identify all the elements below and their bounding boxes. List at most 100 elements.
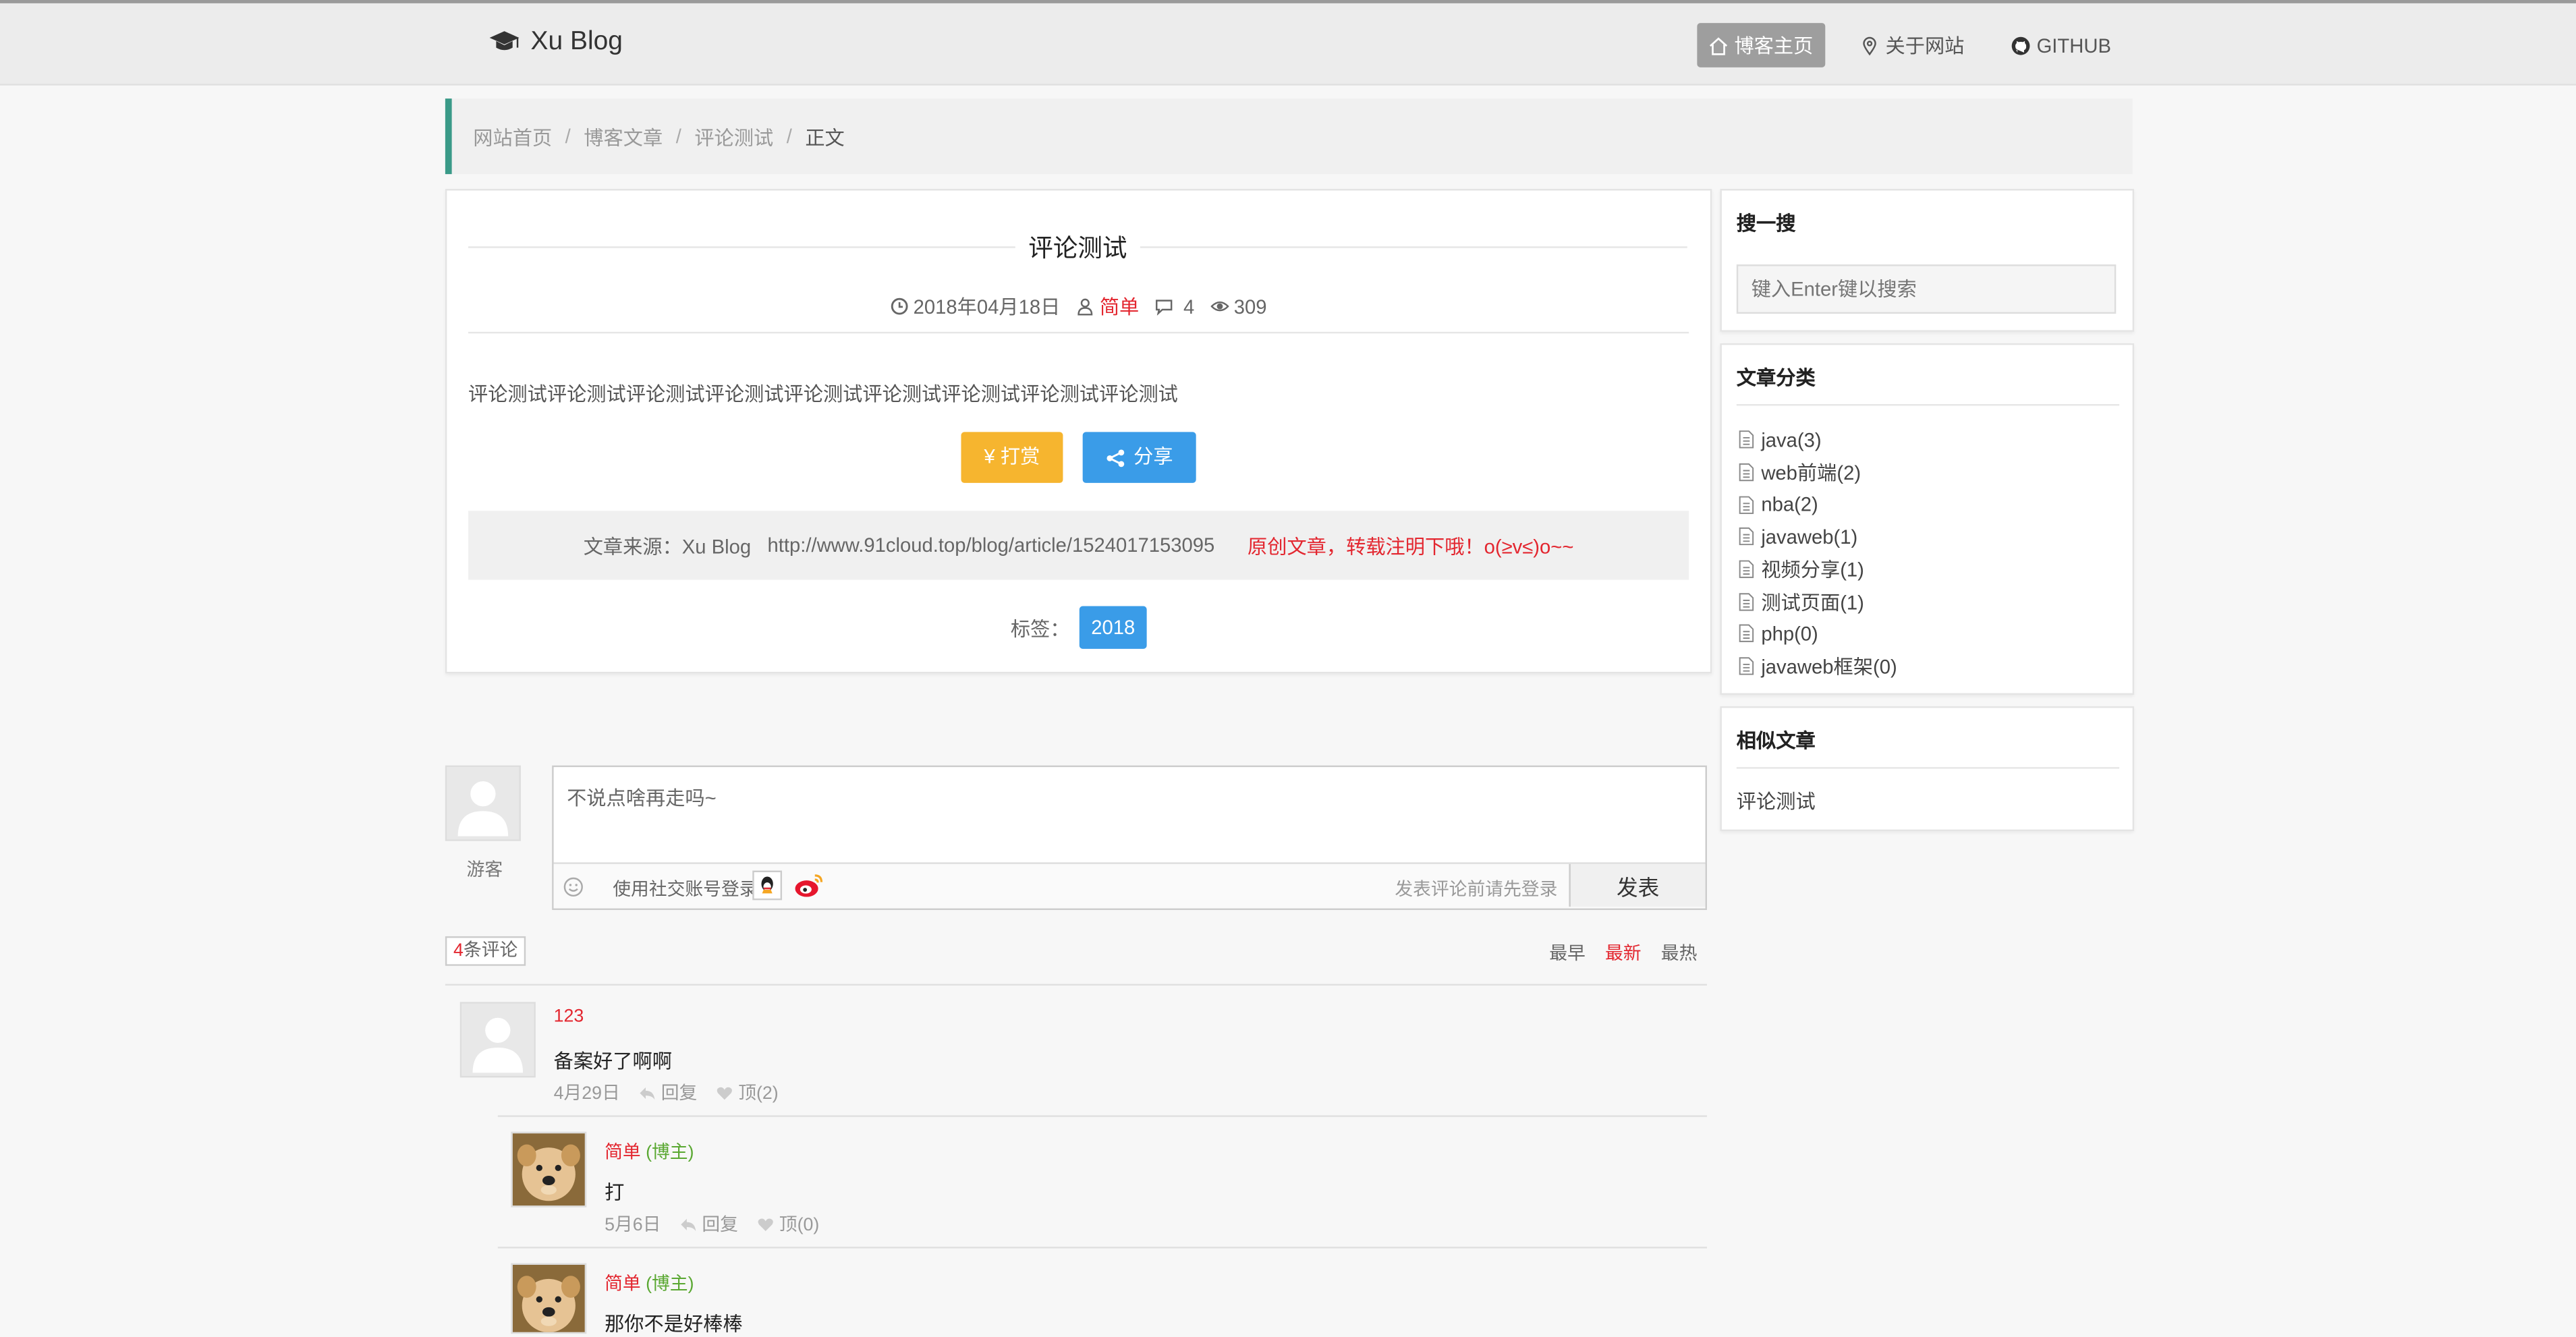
article-comment-count: 4 <box>1156 295 1195 318</box>
document-icon <box>1739 592 1754 611</box>
article-views: 309 <box>1210 295 1267 318</box>
category-item[interactable]: web前端(2) <box>1738 456 1897 488</box>
category-label: nba(2) <box>1761 493 1818 517</box>
breadcrumb-category[interactable]: 评论测试 <box>694 122 773 150</box>
article-date: 2018年04月18日 <box>891 292 1061 320</box>
nav-about[interactable]: 关于网站 <box>1847 23 1976 67</box>
dog-avatar-icon <box>512 1133 585 1206</box>
comment-text: 那你不是好棒棒 <box>605 1312 743 1336</box>
comment-author[interactable]: 123 <box>554 1007 584 1027</box>
source-url[interactable]: http://www.91cloud.top/blog/article/1524… <box>767 534 1214 557</box>
reply-label: 回复 <box>661 1084 698 1104</box>
article-title: 评论测试 <box>1015 229 1140 265</box>
avatar <box>511 1263 587 1334</box>
blogger-badge: (博主) <box>646 1143 694 1163</box>
document-icon <box>1739 528 1754 546</box>
date-text: 2018年04月18日 <box>913 295 1061 319</box>
tags-label: 标签： <box>1010 617 1070 640</box>
breadcrumb-separator: / <box>786 125 792 148</box>
breadcrumb-separator: / <box>565 125 571 148</box>
map-pin-icon <box>1862 36 1876 55</box>
tag[interactable]: 2018 <box>1080 606 1147 649</box>
views-text: 309 <box>1233 295 1267 318</box>
main-nav: 博客主页 关于网站 GITHUB <box>1696 23 2123 67</box>
share-icon <box>1107 449 1125 467</box>
comment-count-badge: 4条评论 <box>445 936 526 966</box>
category-label: web前端(2) <box>1761 461 1861 485</box>
login-hint: 发表评论前请先登录 <box>1395 880 1558 901</box>
default-user-icon <box>461 1003 534 1076</box>
eye-icon <box>1210 301 1229 312</box>
divider <box>445 984 1707 986</box>
document-icon <box>1739 431 1754 449</box>
category-label: php(0) <box>1761 622 1818 646</box>
document-icon <box>1739 463 1754 482</box>
article-author[interactable]: 简单 <box>1077 292 1140 320</box>
top-navbar: Xu Blog 博客主页 关于网站 GITHUB <box>0 0 2576 86</box>
like-button[interactable]: 顶(2) <box>717 1079 779 1106</box>
weibo-icon[interactable] <box>793 871 827 901</box>
comment-form: 不说点啥再走吗~ 使用社交账号登录 发表评论前请先登录 发表 <box>552 765 1707 910</box>
comment-actions: 5月6日 回复 顶(0) <box>605 1211 819 1237</box>
reward-button[interactable]: ¥ 打赏 <box>961 432 1063 483</box>
comment-count-number: 4 <box>453 941 464 961</box>
breadcrumb: 网站首页 / 博客文章 / 评论测试 / 正文 <box>445 98 2133 175</box>
author-name: 简单 <box>1099 295 1140 319</box>
search-input[interactable] <box>1736 264 2117 314</box>
comment-author[interactable]: 简单 (博主) <box>605 1138 694 1164</box>
reward-label: ¥ 打赏 <box>984 445 1040 468</box>
like-button[interactable]: 顶(0) <box>758 1211 819 1237</box>
breadcrumb-home[interactable]: 网站首页 <box>473 122 552 150</box>
divider <box>497 1247 1707 1249</box>
breadcrumb-separator: / <box>675 125 681 148</box>
similar-article-link[interactable]: 评论测试 <box>1737 787 1816 814</box>
article-meta: 2018年04月18日 简单 4 309 <box>447 292 1710 320</box>
widget-title: 相似文章 <box>1736 729 1816 753</box>
article-actions: ¥ 打赏 分享 <box>447 432 1710 483</box>
category-item[interactable]: 视频分享(1) <box>1738 553 1897 586</box>
nav-blog-home[interactable]: 博客主页 <box>1696 23 1825 67</box>
emoji-icon[interactable] <box>563 877 583 897</box>
article-body: 评论测试评论测试评论测试评论测试评论测试评论测试评论测试评论测试评论测试 <box>468 382 1178 406</box>
category-item[interactable]: 测试页面(1) <box>1738 586 1897 618</box>
comment-count-text: 4 <box>1183 295 1195 318</box>
qq-icon[interactable] <box>752 870 783 901</box>
home-icon <box>1709 36 1727 55</box>
author-name: 简单 <box>605 1274 641 1295</box>
category-item[interactable]: nba(2) <box>1738 488 1897 521</box>
submit-comment-button[interactable]: 发表 <box>1569 863 1706 907</box>
sort-hottest[interactable]: 最热 <box>1661 940 1698 966</box>
heart-icon <box>758 1218 774 1230</box>
reply-label: 回复 <box>702 1215 738 1236</box>
comment-textarea[interactable]: 不说点啥再走吗~ <box>567 783 717 811</box>
author-name: 简单 <box>605 1143 641 1163</box>
nav-github[interactable]: GITHUB <box>1999 26 2123 65</box>
site-logo[interactable]: Xu Blog <box>488 28 623 57</box>
breadcrumb-articles[interactable]: 博客文章 <box>584 122 663 150</box>
default-user-icon <box>447 767 520 840</box>
category-item[interactable]: java(3) <box>1738 424 1897 456</box>
document-icon <box>1739 625 1754 643</box>
category-item[interactable]: javaweb(1) <box>1738 521 1897 553</box>
guest-avatar <box>445 765 521 841</box>
page: Xu Blog 博客主页 关于网站 GITHUB 网站首页 / 博客文章 / 评… <box>0 0 2576 1336</box>
avatar <box>511 1131 587 1207</box>
author-name: 123 <box>553 1006 584 1027</box>
category-label: java(3) <box>1761 428 1822 452</box>
comment-count-suffix: 条评论 <box>463 941 518 961</box>
share-button[interactable]: 分享 <box>1082 432 1196 483</box>
like-label: 顶(0) <box>779 1215 820 1236</box>
article-source: 文章来源：Xu Blog http://www.91cloud.top/blog… <box>468 511 1689 580</box>
reply-button[interactable]: 回复 <box>640 1079 697 1106</box>
category-label: javaweb(1) <box>1761 525 1858 549</box>
reply-button[interactable]: 回复 <box>681 1211 738 1237</box>
article-card: 评论测试 2018年04月18日 简单 4 309 评论测试评论测试评论测试评论… <box>445 189 1712 674</box>
category-item[interactable]: php(0) <box>1738 618 1897 650</box>
sort-latest[interactable]: 最新 <box>1605 940 1642 966</box>
comment-author[interactable]: 简单 (博主) <box>605 1270 694 1296</box>
divider <box>497 1115 1707 1117</box>
nav-label: 博客主页 <box>1734 34 1814 58</box>
sort-earliest[interactable]: 最早 <box>1549 940 1586 966</box>
category-item[interactable]: javaweb框架(0) <box>1738 650 1897 683</box>
article-tags: 标签： 2018 <box>447 606 1710 649</box>
